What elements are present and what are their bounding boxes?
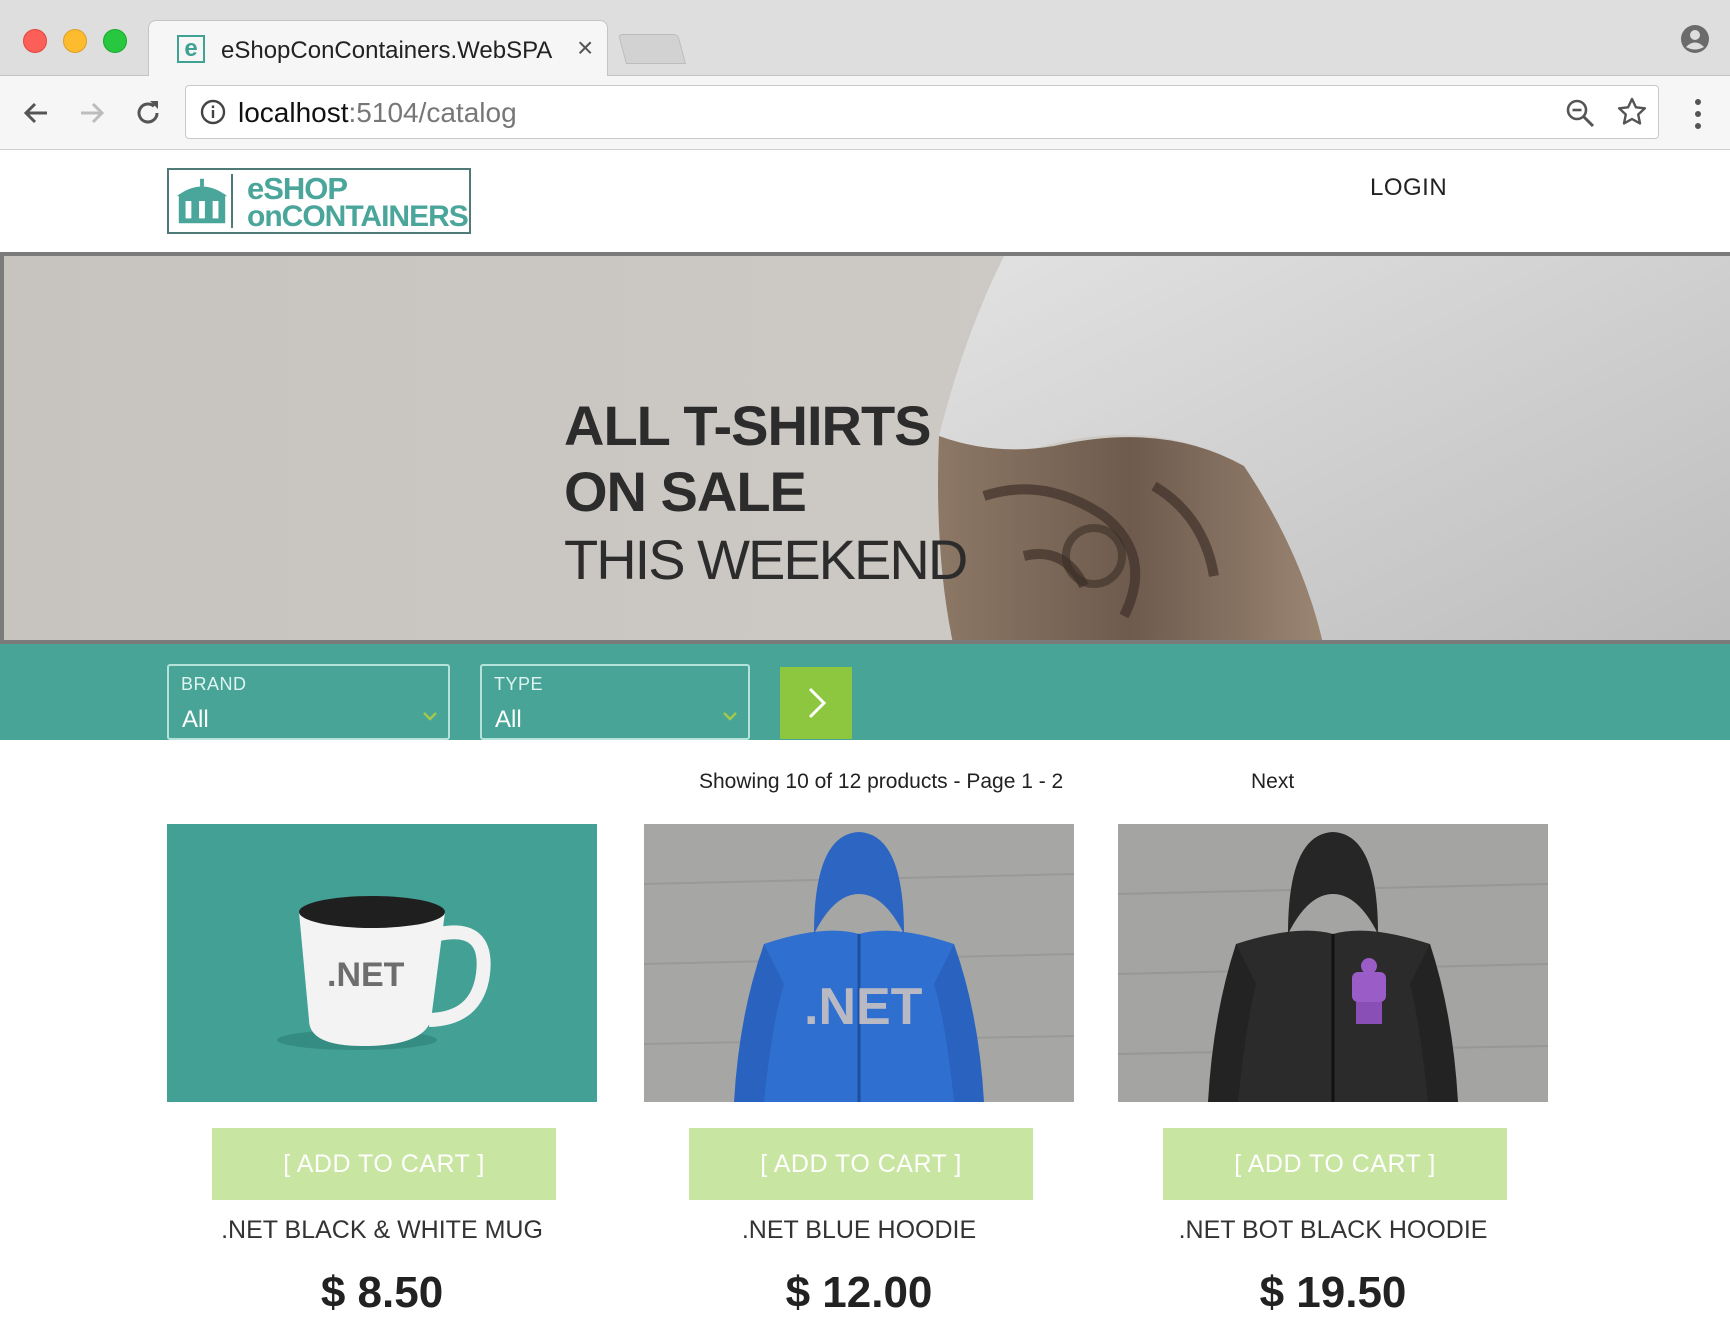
tab-close-icon[interactable]: ×: [577, 32, 593, 63]
hoodie-net-text: .NET: [804, 978, 923, 1036]
bookmark-star-icon[interactable]: [1616, 96, 1648, 128]
url-path: :5104/catalog: [348, 97, 517, 128]
zoom-icon[interactable]: [1564, 97, 1596, 129]
filter-bar: BRAND All TYPE All: [0, 644, 1730, 740]
login-link[interactable]: LOGIN: [1370, 174, 1447, 202]
window-close-button[interactable]: [23, 29, 47, 53]
url-host: localhost: [238, 97, 349, 128]
info-icon[interactable]: [200, 99, 226, 125]
back-button[interactable]: [16, 93, 56, 133]
site-header: eSHOP onCONTAINERS LOGIN: [0, 150, 1730, 254]
browser-window: e eShopConContainers.WebSPA × localhost:…: [0, 0, 1730, 1338]
catalog-page: eSHOP onCONTAINERS LOGIN ALL T-SHIRTS ON…: [0, 150, 1730, 1338]
new-tab-button[interactable]: [617, 34, 687, 64]
arrow-left-icon: [23, 102, 47, 124]
address-bar[interactable]: localhost:5104/catalog: [185, 85, 1659, 139]
type-filter-value: All: [495, 706, 522, 733]
favicon-icon: e: [177, 35, 205, 63]
pager-next-link[interactable]: Next: [1251, 770, 1294, 794]
product-image: .NET: [644, 824, 1074, 1102]
storefront-icon: [176, 174, 233, 228]
product-price: $ 19.50: [1259, 1268, 1407, 1317]
url-text[interactable]: localhost:5104/catalog: [238, 97, 517, 129]
product-image: .NET: [167, 824, 597, 1102]
logo-text-line2: onCONTAINERS: [247, 200, 469, 233]
chevron-right-icon: [808, 687, 827, 719]
hero-headline-line3: THIS WEEKEND: [564, 528, 968, 591]
window-minimize-button[interactable]: [63, 29, 87, 53]
window-maximize-button[interactable]: [103, 29, 127, 53]
product-name: .NET BLACK & WHITE MUG: [221, 1216, 543, 1244]
type-filter-select[interactable]: TYPE All: [480, 664, 750, 740]
add-to-cart-button[interactable]: [ ADD TO CART ]: [1163, 1128, 1507, 1200]
product-name: .NET BLUE HOODIE: [741, 1216, 977, 1244]
product-price: $ 12.00: [785, 1268, 933, 1317]
product-price: $ 8.50: [320, 1268, 444, 1317]
chevron-down-icon: [423, 712, 437, 721]
hero-headline-line2: ON SALE: [564, 460, 807, 523]
hero-banner: ALL T-SHIRTS ON SALE THIS WEEKEND: [0, 252, 1730, 644]
eshop-logo[interactable]: eSHOP onCONTAINERS: [167, 168, 471, 234]
hero-headline-line1: ALL T-SHIRTS: [564, 394, 932, 457]
product-image: [1118, 824, 1548, 1102]
type-filter-label: TYPE: [494, 674, 544, 694]
tab-title: eShopConContainers.WebSPA: [221, 37, 553, 64]
apply-filter-button[interactable]: [780, 667, 852, 739]
arrow-right-icon: [81, 102, 105, 124]
chevron-down-icon: [723, 712, 737, 721]
reload-icon: [137, 101, 159, 124]
brand-filter-value: All: [182, 706, 209, 733]
kebab-menu-icon[interactable]: [1686, 94, 1710, 134]
brand-filter-label: BRAND: [181, 674, 247, 694]
add-to-cart-button[interactable]: [ ADD TO CART ]: [212, 1128, 556, 1200]
profile-icon[interactable]: [1680, 24, 1710, 54]
pager-status: Showing 10 of 12 products - Page 1 - 2: [699, 770, 1064, 793]
forward-button[interactable]: [72, 93, 112, 133]
product-name: .NET BOT BLACK HOODIE: [1178, 1216, 1488, 1244]
add-to-cart-button[interactable]: [ ADD TO CART ]: [689, 1128, 1033, 1200]
tab-strip: e eShopConContainers.WebSPA ×: [0, 0, 1730, 77]
reload-button[interactable]: [128, 93, 168, 133]
browser-tab[interactable]: e eShopConContainers.WebSPA ×: [148, 20, 608, 77]
browser-toolbar: localhost:5104/catalog: [0, 76, 1730, 150]
brand-filter-select[interactable]: BRAND All: [167, 664, 450, 740]
mug-net-text: .NET: [327, 956, 405, 994]
